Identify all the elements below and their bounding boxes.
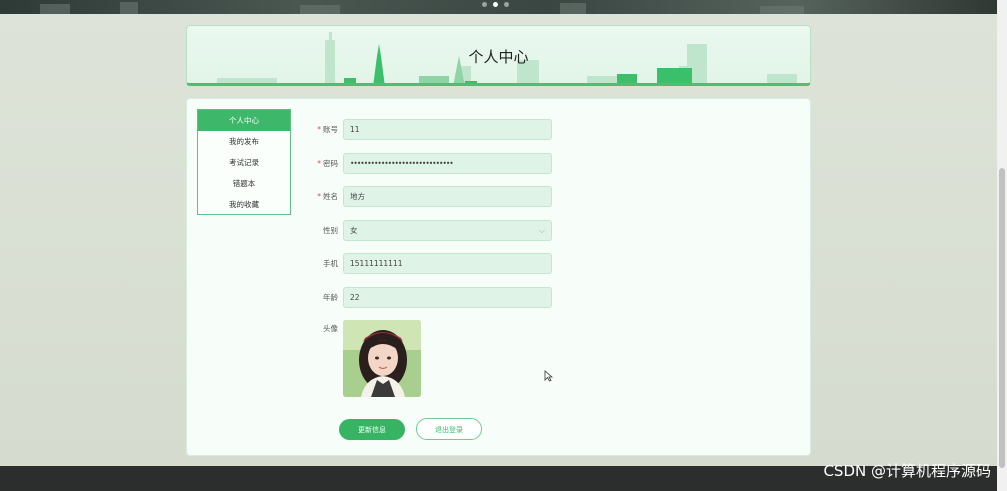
page-banner: 个人中心 — [186, 25, 811, 86]
password-field[interactable]: •••••••••••••••••••••••••••••• — [343, 153, 552, 174]
account-label: * 账号 — [317, 125, 338, 134]
watermark-text: CSDN @计算机程序源码 — [823, 462, 991, 480]
footer-bar: CSDN @计算机程序源码 — [0, 462, 997, 491]
age-field[interactable]: 22 — [343, 287, 552, 308]
sidebar-item-exam-records[interactable]: 考试记录 — [198, 152, 290, 173]
top-carousel-strip — [0, 0, 997, 14]
scrollbar-thumb[interactable] — [999, 168, 1005, 468]
update-info-button[interactable]: 更新信息 — [339, 419, 405, 440]
password-label: * 密码 — [317, 159, 338, 168]
avatar-label: 头像 — [323, 324, 338, 333]
avatar-image[interactable] — [343, 320, 421, 397]
gender-value: 女 — [350, 226, 358, 235]
chevron-down-icon: ⌵ — [538, 226, 545, 235]
scrollbar[interactable] — [997, 0, 1007, 491]
sidebar-item-profile[interactable]: 个人中心 — [198, 110, 290, 131]
name-label: * 姓名 — [317, 192, 338, 201]
gender-label: 性别 — [323, 226, 338, 235]
required-mark: * — [317, 192, 321, 201]
phone-field[interactable]: 15111111111 — [343, 253, 552, 274]
sidebar-item-favorites[interactable]: 我的收藏 — [198, 194, 290, 215]
required-mark: * — [317, 125, 321, 134]
age-label: 年龄 — [323, 293, 338, 302]
logout-button[interactable]: 退出登录 — [416, 418, 482, 440]
name-field[interactable]: 地方 — [343, 186, 552, 207]
sidebar-item-my-posts[interactable]: 我的发布 — [198, 131, 290, 152]
gender-select[interactable]: 女 ⌵ — [343, 220, 552, 241]
page-title: 个人中心 — [468, 48, 529, 66]
phone-label: 手机 — [323, 259, 338, 268]
carousel-dots[interactable] — [482, 2, 509, 7]
sidebar-item-wrong-questions[interactable]: 错题本 — [198, 173, 290, 194]
sidebar-menu: 个人中心 我的发布 考试记录 错题本 我的收藏 — [197, 109, 291, 215]
mouse-cursor-icon — [544, 367, 554, 386]
required-mark: * — [317, 159, 321, 168]
account-field[interactable]: 11 — [343, 119, 552, 140]
